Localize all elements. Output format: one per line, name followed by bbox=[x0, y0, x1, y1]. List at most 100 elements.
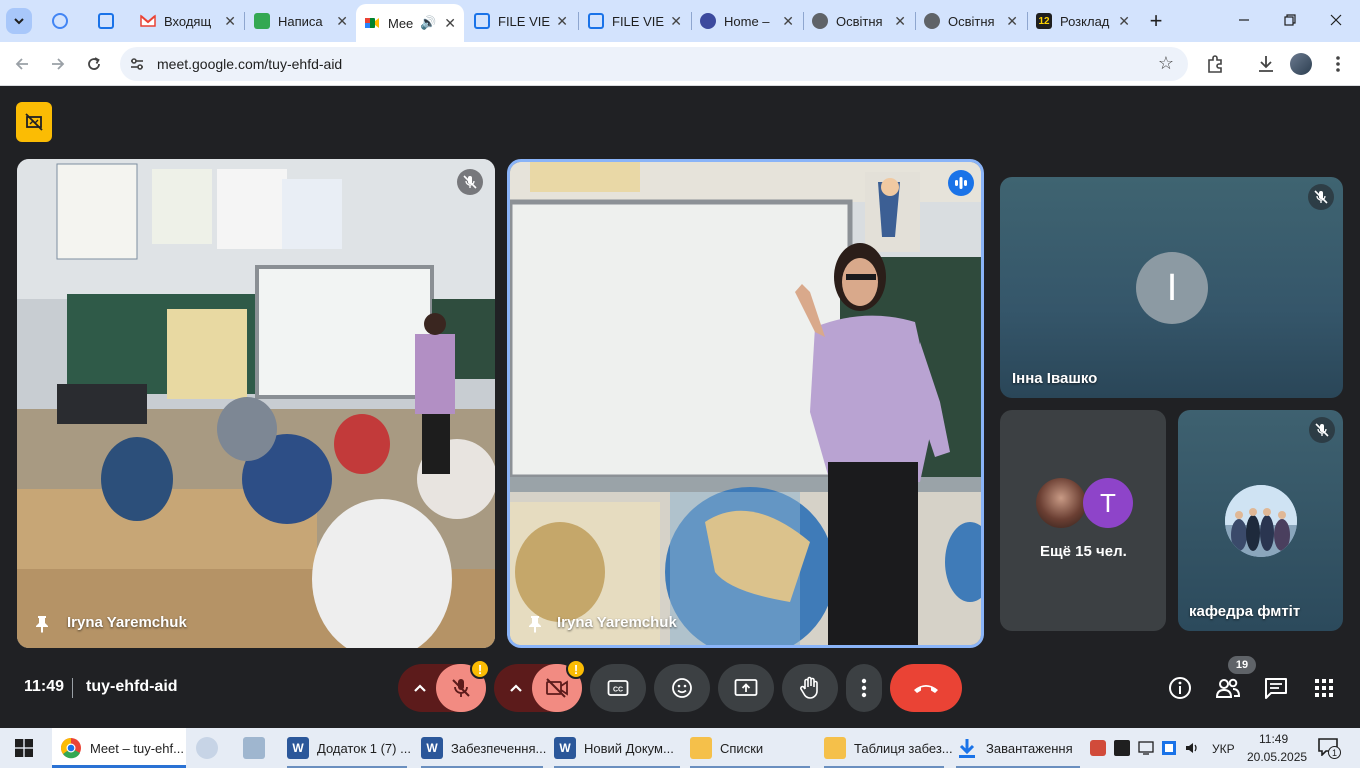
close-icon[interactable]: ✕ bbox=[670, 13, 682, 30]
browser-tab-1[interactable] bbox=[44, 4, 78, 38]
windows-logo-icon bbox=[15, 739, 33, 757]
input-language-indicator[interactable]: УКР bbox=[1212, 742, 1235, 756]
close-icon[interactable]: ✕ bbox=[444, 15, 456, 32]
taskbar-item-app-2[interactable] bbox=[243, 728, 271, 768]
chevron-up-icon bbox=[510, 684, 522, 692]
word-icon: W bbox=[421, 737, 443, 759]
tab-label: Розклад bbox=[1060, 13, 1110, 29]
browser-menu-button[interactable] bbox=[1326, 52, 1350, 76]
meeting-info-divider bbox=[72, 678, 73, 698]
bookmark-star-icon[interactable]: ☆ bbox=[1158, 53, 1174, 74]
browser-tab-osvitnya-2[interactable]: Освітня ✕ bbox=[916, 4, 1026, 38]
tray-network-icon[interactable] bbox=[1161, 740, 1177, 756]
chat-button[interactable] bbox=[1262, 674, 1290, 702]
video-tile-classroom[interactable]: Iryna Yaremchuk bbox=[17, 159, 495, 648]
browser-tab-write[interactable]: Написа ✕ bbox=[246, 4, 356, 38]
taskbar-item-downloads[interactable]: Завантаження bbox=[956, 728, 1080, 768]
pin-icon[interactable] bbox=[528, 615, 542, 633]
browser-tab-osvitnya-1[interactable]: Освітня ✕ bbox=[804, 4, 914, 38]
minimize-button[interactable] bbox=[1222, 6, 1266, 34]
video-tile-active-speaker[interactable]: Iryna Yaremchuk bbox=[507, 159, 984, 648]
tray-volume-icon[interactable] bbox=[1184, 740, 1200, 756]
leave-call-button[interactable] bbox=[890, 664, 962, 712]
captions-button[interactable]: CC bbox=[590, 664, 646, 712]
mic-off-icon bbox=[1309, 417, 1335, 443]
speaking-indicator-icon bbox=[948, 170, 974, 196]
pin-icon[interactable] bbox=[35, 615, 49, 633]
taskbar-item-word-3[interactable]: W Новий Докум... bbox=[554, 728, 680, 768]
close-icon[interactable]: ✕ bbox=[556, 13, 568, 30]
taskbar-item-folder-spysky[interactable]: Списки bbox=[690, 728, 810, 768]
close-icon[interactable]: ✕ bbox=[782, 13, 794, 30]
speaker-icon[interactable]: 🔊 bbox=[420, 15, 436, 31]
meet-favicon-icon bbox=[365, 18, 379, 28]
taskbar-item-folder-tablytsia[interactable]: Таблиця забез... bbox=[824, 728, 953, 768]
group-photo-avatar bbox=[1225, 485, 1297, 557]
avatar-initial: T bbox=[1100, 487, 1116, 518]
taskbar-item-word-2[interactable]: W Забезпечення... bbox=[421, 728, 547, 768]
taskbar-item-word-1[interactable]: W Додаток 1 (7) ... bbox=[287, 728, 411, 768]
start-button[interactable] bbox=[0, 728, 48, 768]
video-tile-others[interactable]: T Ещё 15 чел. bbox=[1000, 410, 1166, 631]
tab-search-button[interactable] bbox=[6, 8, 32, 34]
mic-off-icon bbox=[457, 169, 483, 195]
app-icon-1 bbox=[196, 737, 218, 759]
extensions-button[interactable] bbox=[1203, 52, 1227, 76]
puzzle-icon bbox=[1208, 55, 1222, 73]
raise-hand-button[interactable] bbox=[782, 664, 838, 712]
reload-button[interactable] bbox=[80, 50, 108, 78]
arrow-left-icon bbox=[15, 58, 28, 70]
close-icon[interactable]: ✕ bbox=[336, 13, 348, 30]
taskbar-item-chrome[interactable]: Meet – tuy-ehf... bbox=[52, 728, 186, 768]
notifications-button[interactable]: 1 bbox=[1318, 738, 1341, 759]
browser-tab-meet[interactable]: Mee 🔊 ✕ bbox=[356, 4, 464, 42]
downloads-button[interactable] bbox=[1254, 52, 1278, 76]
window-close-button[interactable] bbox=[1314, 6, 1358, 34]
host-controls-badge[interactable] bbox=[16, 102, 52, 142]
profile-avatar[interactable] bbox=[1289, 52, 1313, 76]
tray-app-icon[interactable] bbox=[1090, 740, 1106, 756]
close-icon[interactable]: ✕ bbox=[224, 13, 236, 30]
close-icon[interactable]: ✕ bbox=[1118, 13, 1130, 30]
close-icon[interactable]: ✕ bbox=[1006, 13, 1018, 30]
activities-button[interactable] bbox=[1310, 674, 1338, 702]
close-icon[interactable]: ✕ bbox=[894, 13, 906, 30]
back-button[interactable] bbox=[8, 50, 36, 78]
file-favicon-icon bbox=[474, 13, 490, 29]
tray-display-icon[interactable] bbox=[1138, 740, 1154, 756]
tab-label: Освітня bbox=[836, 13, 883, 29]
svg-text:CC: CC bbox=[613, 687, 623, 694]
browser-tab-gmail[interactable]: Входящ ✕ bbox=[132, 4, 244, 38]
write-favicon-icon bbox=[254, 13, 270, 29]
people-icon bbox=[1215, 678, 1241, 698]
more-options-button[interactable] bbox=[846, 664, 882, 712]
app-icon-2 bbox=[243, 737, 265, 759]
video-tile-kafedra[interactable]: кафедра фмтіт bbox=[1178, 410, 1343, 631]
globe-favicon-icon bbox=[924, 13, 940, 29]
avatar: T bbox=[1083, 478, 1133, 528]
site-settings-icon[interactable] bbox=[128, 55, 146, 73]
tray-clock-time[interactable]: 11:49 bbox=[1259, 732, 1288, 746]
browser-tab-2[interactable] bbox=[90, 4, 130, 38]
tray-security-icon[interactable] bbox=[1114, 740, 1130, 756]
reactions-button[interactable] bbox=[654, 664, 710, 712]
people-button[interactable] bbox=[1214, 674, 1242, 702]
video-tile-inna[interactable]: I Інна Івашко bbox=[1000, 177, 1343, 398]
taskbar-item-label: Додаток 1 (7) ... bbox=[317, 740, 411, 756]
browser-tab-home[interactable]: Home – ✕ bbox=[692, 4, 802, 38]
others-count-label: Ещё 15 чел. bbox=[1040, 543, 1127, 560]
maximize-button[interactable] bbox=[1268, 6, 1312, 34]
participant-name: кафедра фмтіт bbox=[1189, 603, 1301, 620]
forward-button[interactable] bbox=[44, 50, 72, 78]
meeting-details-button[interactable] bbox=[1166, 674, 1194, 702]
taskbar-item-label: Забезпечення... bbox=[451, 740, 547, 756]
present-screen-button[interactable] bbox=[718, 664, 774, 712]
browser-tab-fileview-2[interactable]: FILE VIE ✕ bbox=[580, 4, 690, 38]
browser-tab-rozklad[interactable]: 12 Розклад ✕ bbox=[1028, 4, 1138, 38]
address-bar[interactable]: meet.google.com/tuy-ehfd-aid ☆ bbox=[120, 47, 1188, 81]
tray-clock-date[interactable]: 20.05.2025 bbox=[1247, 750, 1307, 764]
taskbar-item-app-1[interactable] bbox=[196, 728, 224, 768]
mic-off-icon bbox=[1308, 184, 1334, 210]
new-tab-button[interactable]: + bbox=[1144, 8, 1168, 34]
browser-tab-fileview-1[interactable]: FILE VIE ✕ bbox=[466, 4, 576, 38]
